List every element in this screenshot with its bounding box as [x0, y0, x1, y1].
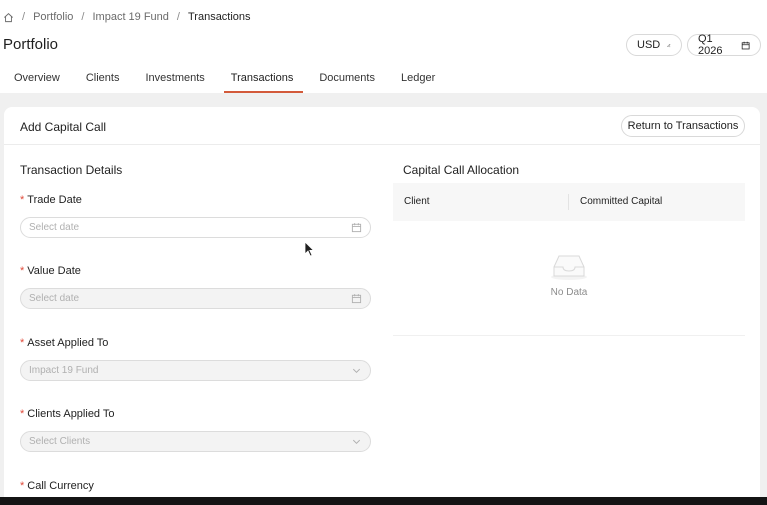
required-marker: * [20, 408, 25, 420]
trade-date-placeholder: Select date [29, 222, 80, 233]
breadcrumb-portfolio[interactable]: Portfolio [33, 11, 73, 23]
required-marker: * [20, 480, 25, 492]
value-date-placeholder: Select date [29, 293, 80, 304]
mouse-cursor-icon [304, 241, 314, 257]
bottom-bar [0, 497, 767, 505]
calendar-icon [741, 41, 750, 49]
breadcrumb-separator: / [22, 11, 26, 23]
call-currency-label: * Call Currency [20, 480, 94, 492]
asset-applied-select[interactable]: Impact 19 Fund [20, 360, 371, 381]
tab-ledger[interactable]: Ledger [401, 66, 435, 93]
tab-overview[interactable]: Overview [14, 66, 60, 93]
capital-call-card: Add Capital Call Return to Transactions … [4, 107, 760, 505]
empty-state: No Data [393, 253, 745, 298]
transaction-details-title: Transaction Details [20, 163, 123, 177]
trade-date-label: * Trade Date [20, 194, 82, 206]
calendar-icon [351, 223, 362, 233]
trade-date-input[interactable]: Select date [20, 217, 371, 238]
required-marker: * [20, 194, 25, 206]
value-date-input[interactable]: Select date [20, 288, 371, 309]
breadcrumb-current: Transactions [187, 11, 251, 23]
period-selector[interactable]: Q1 2026 [687, 33, 761, 57]
allocation-table: Client Committed Capital No Data [393, 183, 745, 336]
home-icon[interactable] [3, 12, 14, 23]
tab-investments[interactable]: Investments [145, 66, 204, 93]
card-title: Add Capital Call [20, 120, 107, 134]
asset-applied-label: * Asset Applied To [20, 337, 109, 349]
column-header-committed-capital: Committed Capital [580, 196, 663, 207]
empty-state-text: No Data [550, 287, 588, 298]
asset-applied-value: Impact 19 Fund [29, 365, 99, 376]
breadcrumb-separator: / [81, 11, 85, 23]
pencil-icon [667, 43, 671, 47]
allocation-table-header: Client Committed Capital [393, 183, 745, 221]
required-marker: * [20, 265, 25, 277]
calendar-icon [351, 294, 362, 304]
tab-documents[interactable]: Documents [319, 66, 375, 93]
tab-clients[interactable]: Clients [86, 66, 120, 93]
chevron-down-icon [352, 368, 361, 373]
required-marker: * [20, 337, 25, 349]
breadcrumb: / Portfolio / Impact 19 Fund / Transacti… [3, 11, 251, 23]
value-date-label: * Value Date [20, 265, 81, 277]
card-header: Add Capital Call Return to Transactions [4, 107, 760, 145]
currency-label: USD [637, 39, 661, 51]
return-to-transactions-button[interactable]: Return to Transactions [621, 115, 745, 137]
breadcrumb-fund[interactable]: Impact 19 Fund [92, 11, 168, 23]
chevron-down-icon [352, 439, 361, 444]
clients-applied-label: * Clients Applied To [20, 408, 115, 420]
top-bar: / Portfolio / Impact 19 Fund / Transacti… [0, 0, 767, 93]
period-label: Q1 2026 [698, 33, 723, 57]
inbox-icon [551, 255, 587, 280]
clients-applied-placeholder: Select Clients [29, 436, 91, 447]
capital-call-allocation-title: Capital Call Allocation [403, 163, 520, 177]
clients-applied-select[interactable]: Select Clients [20, 431, 371, 452]
breadcrumb-separator: / [176, 11, 180, 23]
tab-transactions[interactable]: Transactions [223, 66, 303, 93]
currency-selector[interactable]: USD [626, 34, 682, 56]
column-divider [568, 194, 569, 210]
column-header-client: Client [404, 196, 430, 207]
page-title: Portfolio [3, 36, 59, 53]
tab-bar: Overview Clients Investments Transaction… [0, 66, 435, 93]
